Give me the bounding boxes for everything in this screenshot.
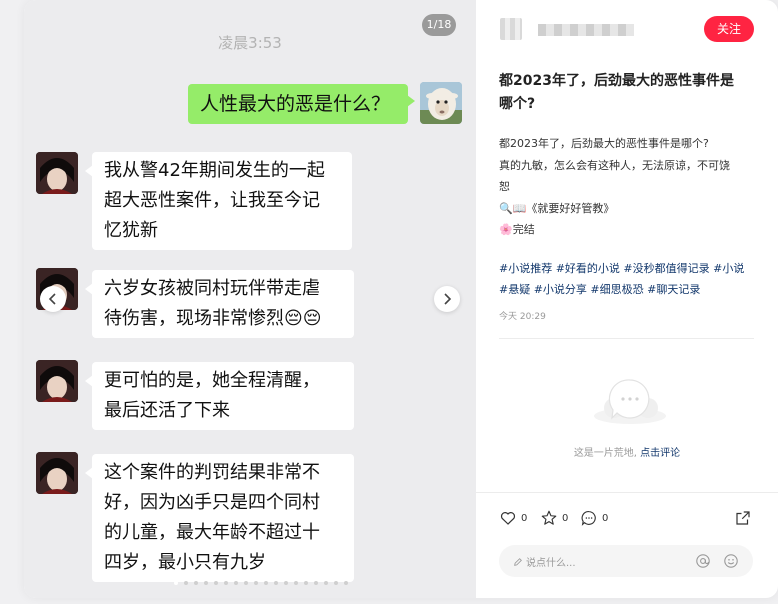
author-name-blurred[interactable] bbox=[538, 24, 634, 36]
chat-bubble-sent: 人性最大的恶是什么？ bbox=[188, 84, 415, 124]
carousel-dot[interactable] bbox=[264, 581, 268, 585]
message-text: 人性最大的恶是什么？ bbox=[200, 93, 391, 115]
pencil-icon bbox=[514, 557, 522, 566]
note-info-panel: 关注 都2023年了，后劲最大的恶性事件是 哪个? 都2023年了，后劲最大的恶… bbox=[476, 0, 778, 598]
like-action[interactable]: 0 bbox=[499, 509, 527, 527]
chevron-right-icon bbox=[444, 293, 452, 305]
flower-icon: 🌸 bbox=[499, 223, 513, 236]
empty-comments-illustration-icon bbox=[594, 379, 666, 424]
share-icon bbox=[736, 511, 750, 525]
note-tags[interactable]: #小说推荐 #好看的小说 #没秒都值得记录 #小说 #悬疑 #小说分享 #细思极… bbox=[499, 258, 761, 300]
message-line: 待伤害，现场非常惨烈😔😔 bbox=[104, 308, 322, 329]
chat-bubble-received: 这个案件的判罚结果非常不 好，因为凶手只是四个同村 的儿童，最大年龄不超过十 四… bbox=[85, 454, 354, 582]
message-line: 更可怕的是，她全程清醒， bbox=[104, 370, 320, 391]
message-line: 忆犹新 bbox=[104, 220, 158, 241]
carousel-dot[interactable] bbox=[294, 581, 298, 585]
chat-timestamp: 凌晨3:53 bbox=[218, 34, 282, 52]
collect-action[interactable]: 0 bbox=[540, 509, 568, 527]
status-text: 完结 bbox=[512, 223, 535, 236]
heart-icon bbox=[500, 512, 516, 525]
status-line: 🌸完结 bbox=[499, 219, 761, 241]
message-line: 超大恶性案件，让我至今记 bbox=[104, 190, 320, 211]
note-description: 都2023年了，后劲最大的恶性事件是哪个? 真的九敏，怎么会有这种人，无法原谅，… bbox=[499, 133, 761, 241]
carousel-dot[interactable] bbox=[214, 581, 218, 585]
prev-image-button[interactable] bbox=[40, 286, 66, 312]
collect-count: 0 bbox=[562, 512, 569, 524]
carousel-dot[interactable] bbox=[304, 581, 308, 585]
chat-bubble-received: 六岁女孩被同村玩伴带走虐 待伤害，现场非常惨烈😔😔 bbox=[85, 270, 354, 338]
carousel-dot[interactable] bbox=[254, 581, 258, 585]
comment-input[interactable]: 说点什么... bbox=[499, 545, 753, 577]
carousel-dots bbox=[174, 581, 348, 585]
carousel-dot[interactable] bbox=[184, 581, 188, 585]
comment-count: 0 bbox=[602, 512, 609, 524]
author-chat-avatar bbox=[36, 152, 78, 194]
tag-line[interactable]: #小说推荐 #好看的小说 #没秒都值得记录 #小说 bbox=[499, 258, 761, 279]
book-icon: 📖 bbox=[512, 201, 527, 215]
image-carousel[interactable]: 凌晨3:53 1/18 人性最大的恶是什么？ 我从警42年期间发生的一起 超大恶… bbox=[24, 0, 476, 598]
note-detail-card: 凌晨3:53 1/18 人性最大的恶是什么？ 我从警42年期间发生的一起 超大恶… bbox=[24, 0, 778, 598]
carousel-dot[interactable] bbox=[204, 581, 208, 585]
click-to-comment-link[interactable]: 点击评论 bbox=[640, 448, 680, 459]
carousel-dot[interactable] bbox=[244, 581, 248, 585]
message-line: 我从警42年期间发生的一起 bbox=[104, 160, 325, 181]
share-button[interactable] bbox=[734, 509, 752, 531]
carousel-dot[interactable] bbox=[344, 581, 348, 585]
chevron-left-icon bbox=[48, 293, 56, 305]
follow-button[interactable]: 关注 bbox=[704, 16, 754, 42]
desc-line: 都2023年了，后劲最大的恶性事件是哪个? bbox=[499, 137, 709, 150]
message-line: 最后还活了下来 bbox=[104, 400, 230, 421]
author-avatar[interactable] bbox=[500, 18, 522, 40]
carousel-dot[interactable] bbox=[334, 581, 338, 585]
author-chat-avatar bbox=[36, 360, 78, 402]
emoji-icon[interactable] bbox=[723, 553, 739, 569]
book-line: 🔍📖《就要好好管教》 bbox=[499, 198, 761, 220]
note-title: 都2023年了，后劲最大的恶性事件是 哪个? bbox=[499, 70, 757, 116]
star-icon bbox=[541, 510, 557, 525]
carousel-dot[interactable] bbox=[174, 581, 178, 585]
note-title-line: 哪个? bbox=[499, 96, 536, 112]
carousel-dot[interactable] bbox=[274, 581, 278, 585]
image-page-indicator: 1/18 bbox=[422, 14, 456, 36]
comment-action[interactable]: 0 bbox=[580, 509, 608, 527]
book-title: 《就要好好管教》 bbox=[526, 201, 615, 215]
message-line: 这个案件的判罚结果非常不 bbox=[104, 462, 320, 483]
carousel-dot[interactable] bbox=[234, 581, 238, 585]
sheep-avatar bbox=[420, 82, 462, 124]
message-line: 四岁，最小只有九岁 bbox=[104, 552, 266, 573]
comment-placeholder-text: 说点什么... bbox=[526, 558, 576, 569]
desc-line: 真的九敏，怎么会有这种人，无法原谅，不可饶 bbox=[499, 158, 730, 172]
engagement-bar: 0 0 0 说点什么... bbox=[476, 492, 778, 598]
carousel-dot[interactable] bbox=[194, 581, 198, 585]
next-image-button[interactable] bbox=[434, 286, 460, 312]
message-line: 好，因为凶手只是四个同村 bbox=[104, 492, 320, 513]
author-chat-avatar bbox=[36, 452, 78, 494]
chat-bubble-received: 我从警42年期间发生的一起 超大恶性案件，让我至今记 忆犹新 bbox=[85, 152, 352, 250]
carousel-dot[interactable] bbox=[284, 581, 288, 585]
chat-bubble-received: 更可怕的是，她全程清醒， 最后还活了下来 bbox=[85, 362, 354, 430]
note-title-line: 都2023年了，后劲最大的恶性事件是 bbox=[499, 73, 734, 89]
message-line: 的儿童，最大年龄不超过十 bbox=[104, 522, 320, 543]
comment-bubble-icon bbox=[581, 511, 596, 526]
desc-line: 恕 bbox=[499, 180, 510, 193]
magnifier-icon: 🔍 bbox=[499, 201, 513, 215]
divider bbox=[499, 338, 754, 339]
carousel-dot[interactable] bbox=[224, 581, 228, 585]
carousel-dot[interactable] bbox=[324, 581, 328, 585]
mention-icon[interactable] bbox=[695, 553, 711, 569]
empty-comments-message: 这是一片荒地, bbox=[573, 448, 641, 459]
empty-comments-text: 这是一片荒地, 点击评论 bbox=[476, 444, 778, 459]
post-date: 今天 20:29 bbox=[499, 312, 546, 322]
carousel-dot[interactable] bbox=[314, 581, 318, 585]
like-count: 0 bbox=[521, 512, 528, 524]
comment-placeholder: 说点什么... bbox=[513, 554, 576, 569]
tag-line[interactable]: #悬疑 #小说分享 #细思极恐 #聊天记录 bbox=[499, 279, 761, 300]
message-line: 六岁女孩被同村玩伴带走虐 bbox=[104, 278, 320, 299]
